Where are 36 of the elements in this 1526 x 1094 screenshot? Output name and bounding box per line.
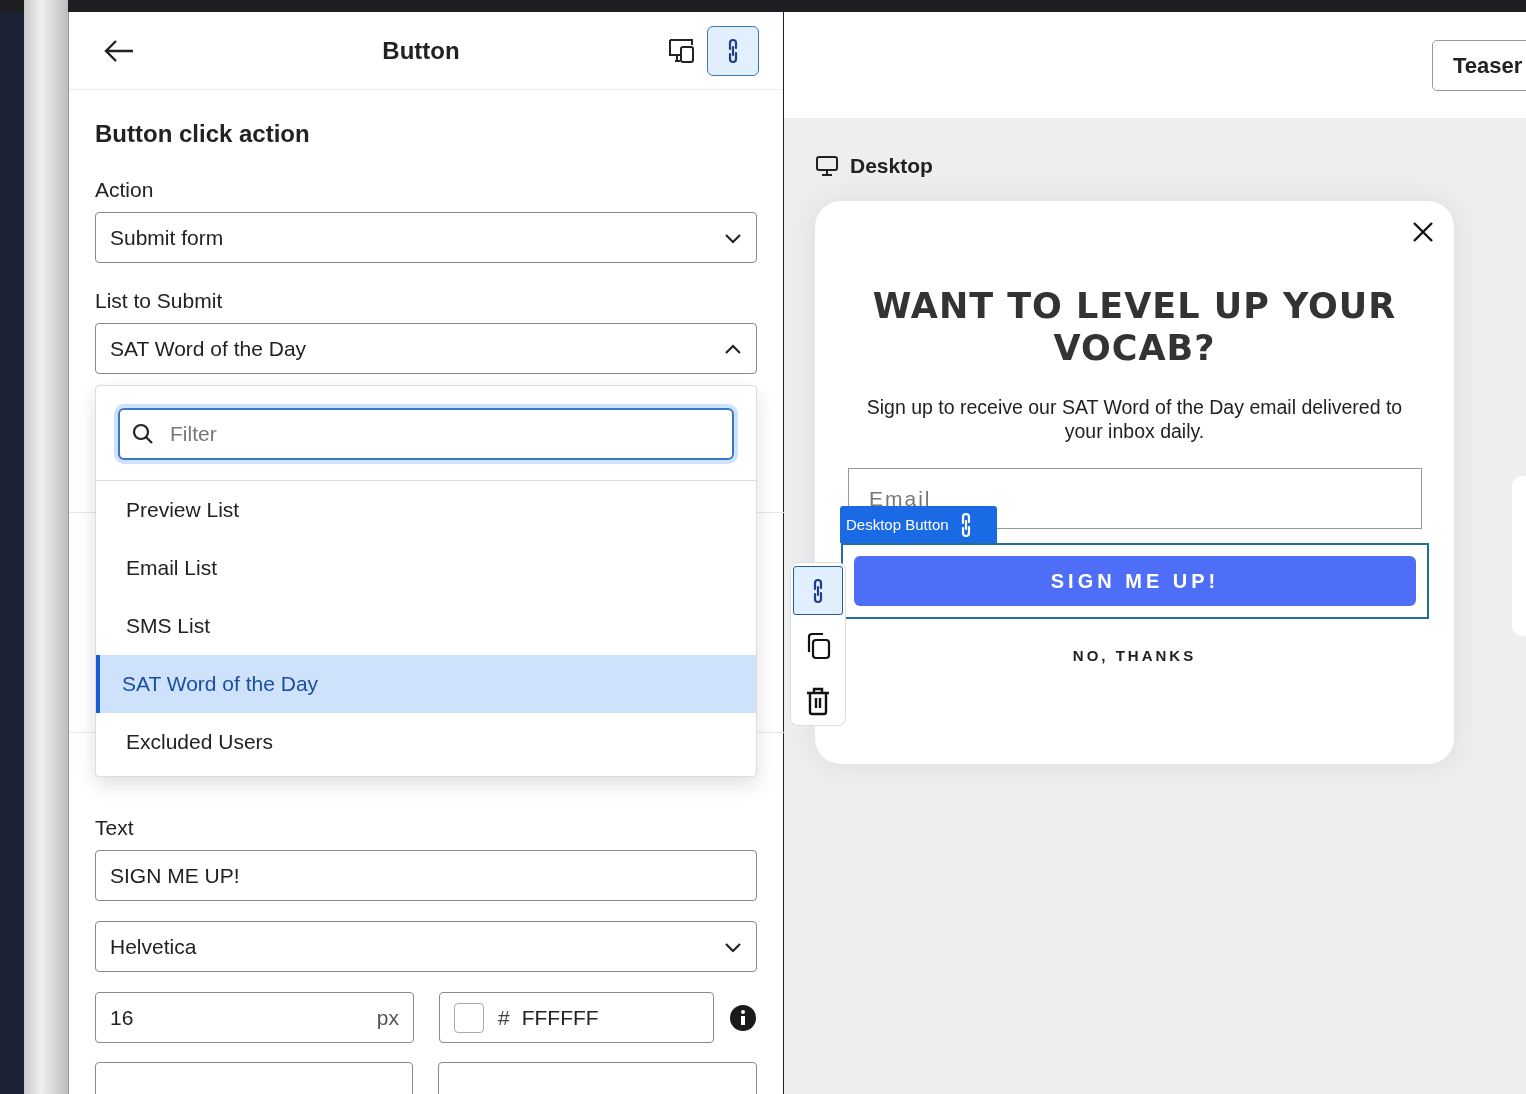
close-icon[interactable] [1412, 221, 1434, 243]
decline-link[interactable]: NO, THANKS [1072, 647, 1197, 664]
back-button[interactable] [103, 38, 135, 63]
text-input[interactable]: SIGN ME UP! [95, 850, 757, 901]
field-label: Text [95, 816, 135, 840]
dropdown-option[interactable]: Excluded Users [96, 713, 756, 771]
trash-icon [805, 685, 831, 716]
popup-title: WANT TO LEVEL UP YOUR VOCAB? [871, 285, 1398, 369]
link-icon [811, 577, 825, 604]
desktop-icon [816, 156, 838, 176]
chevron-down-icon [724, 231, 742, 244]
info-icon [729, 1003, 757, 1032]
dropdown-option[interactable]: Preview List [96, 481, 756, 539]
select-field[interactable]: SAT Word of the Day [95, 323, 757, 374]
device-label: Desktop [850, 154, 933, 178]
filter-field[interactable]: Filter [118, 408, 734, 460]
teaser-button[interactable]: Teaser [1432, 40, 1526, 91]
field-label: List to Submit [95, 289, 224, 313]
chevron-down-icon [724, 940, 742, 953]
dropdown-option[interactable]: Email List [96, 539, 756, 597]
link-button[interactable] [793, 566, 843, 616]
font-select[interactable]: Helvetica [95, 921, 757, 972]
link-button[interactable] [707, 25, 759, 76]
field-label: Action [95, 178, 155, 202]
link-icon [726, 37, 740, 64]
panel-title: Button [381, 36, 461, 65]
size-input[interactable]: 16 px [95, 992, 414, 1043]
color-input[interactable]: # FFFFFF [439, 992, 714, 1043]
dropdown-option[interactable]: SAT Word of the Day [96, 655, 756, 713]
dropdown-option[interactable]: SMS List [96, 597, 756, 655]
signup-button[interactable]: SIGN ME UP! [854, 556, 1416, 606]
chevron-up-icon [724, 342, 742, 355]
section-title: Button click action [95, 120, 311, 148]
popup-subtitle: Sign up to receive our SAT Word of the Day email delivered to your inbox daily. [865, 395, 1404, 443]
select-field[interactable]: Submit form [95, 212, 757, 263]
search-icon [132, 423, 154, 445]
